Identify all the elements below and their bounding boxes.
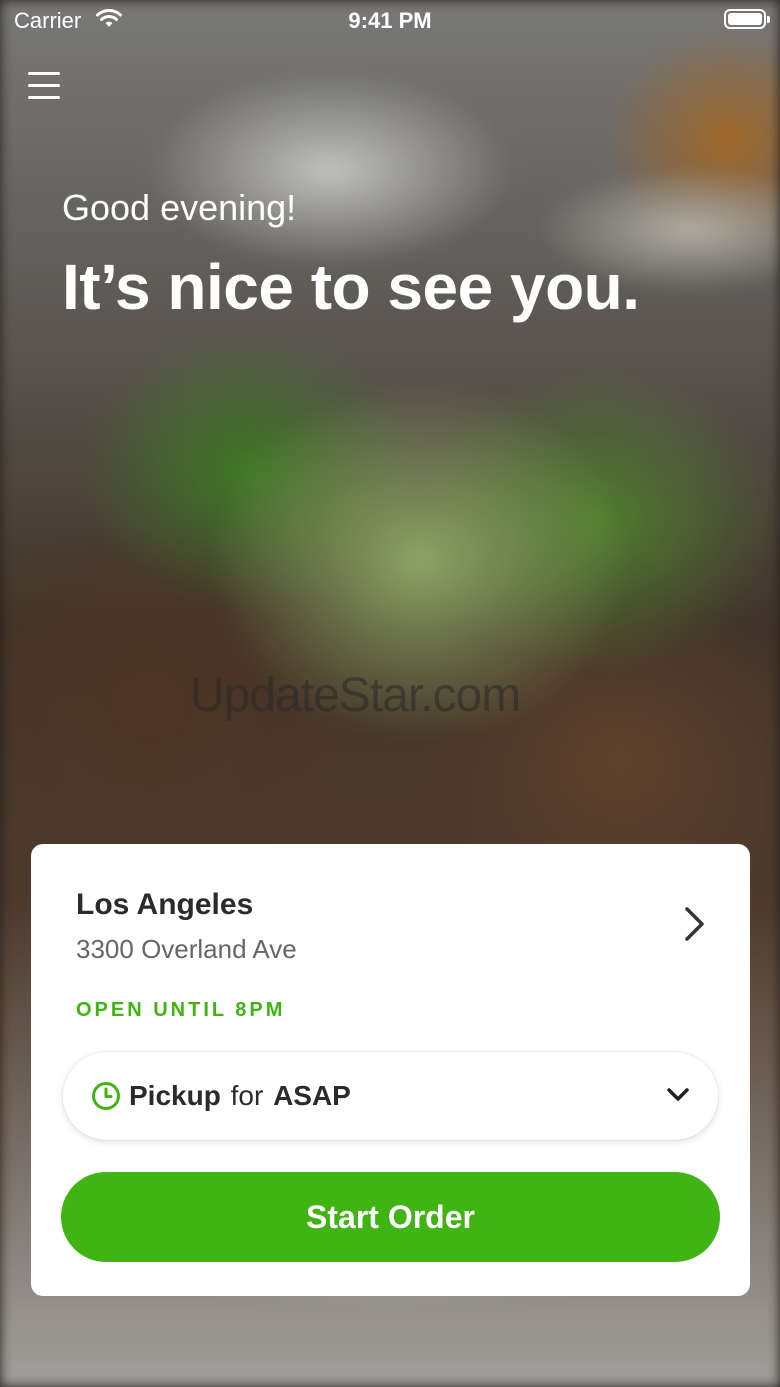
start-order-button[interactable]: Start Order: [61, 1172, 720, 1262]
chevron-right-icon: [685, 907, 704, 941]
status-time: 9:41 PM: [348, 8, 432, 33]
order-mode: Pickup: [129, 1080, 221, 1111]
order-type-label: Pickup for ASAP: [129, 1080, 351, 1112]
location-name: Los Angeles: [76, 888, 254, 921]
order-connector: for: [230, 1080, 264, 1111]
open-status-badge: OPEN UNTIL 8PM: [76, 999, 286, 1021]
headline-text: It’s nice to see you.: [62, 251, 640, 323]
battery-icon: [724, 9, 770, 29]
location-address: 3300 Overland Ave: [76, 934, 297, 964]
watermark: UpdateStar.com: [190, 669, 521, 722]
greeting-text: Good evening!: [62, 187, 297, 228]
location-selector[interactable]: Los Angeles 3300 Overland Ave: [31, 844, 750, 964]
clock-icon: [92, 1082, 120, 1110]
hamburger-menu-icon[interactable]: [28, 72, 64, 106]
status-bar: Carrier 9:41 PM: [0, 0, 780, 40]
order-type-dropdown[interactable]: Pickup for ASAP: [63, 1052, 718, 1140]
chevron-down-icon: [667, 1088, 689, 1101]
location-card: Los Angeles 3300 Overland Ave OPEN UNTIL…: [31, 844, 750, 1296]
order-time: ASAP: [273, 1080, 351, 1111]
